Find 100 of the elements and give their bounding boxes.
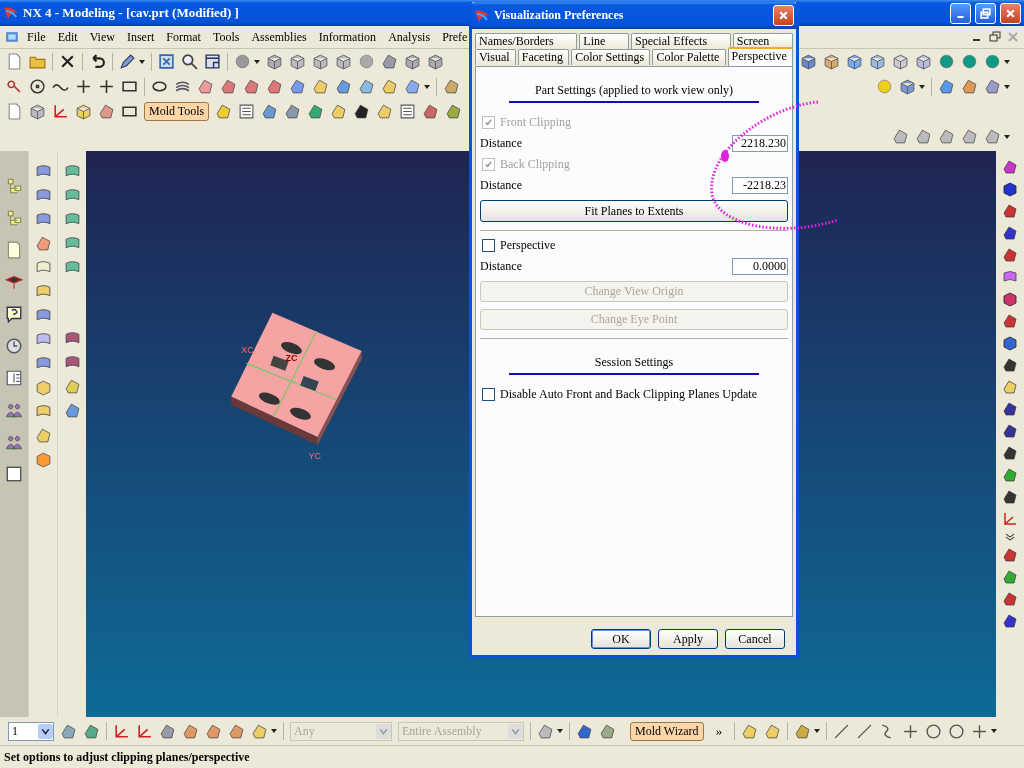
sheet-icon[interactable]: [34, 187, 52, 204]
caret-icon[interactable]: [254, 59, 260, 64]
caret-icon[interactable]: [1004, 84, 1010, 89]
fit-planes-button[interactable]: Fit Planes to Extents: [480, 200, 788, 222]
tab[interactable]: Faceting: [517, 49, 570, 65]
menu-item[interactable]: Format: [160, 29, 207, 45]
caret-icon[interactable]: [814, 729, 821, 733]
axes-icon[interactable]: [136, 722, 153, 740]
sphere-icon[interactable]: [938, 53, 955, 70]
tool-icon[interactable]: [1002, 247, 1018, 263]
menu-item[interactable]: Assemblies: [245, 29, 313, 45]
tab[interactable]: Color Settings: [571, 49, 651, 65]
caret-icon[interactable]: [919, 84, 925, 89]
mold-tools-button[interactable]: Mold Tools: [144, 102, 210, 121]
ellipse-icon[interactable]: [151, 78, 168, 95]
distance-field[interactable]: 0.0000: [732, 258, 788, 275]
list-icon[interactable]: [5, 369, 23, 387]
chevron-icon[interactable]: [1005, 533, 1015, 541]
line-icon[interactable]: [856, 722, 874, 740]
tab[interactable]: Visual: [475, 49, 516, 65]
caret-icon[interactable]: [1004, 134, 1010, 139]
menu-item[interactable]: Prefe: [436, 29, 474, 45]
tab[interactable]: Names/Borders: [475, 33, 578, 49]
menu-item[interactable]: Tools: [206, 29, 246, 45]
restore-icon[interactable]: [988, 30, 1002, 44]
tool-icon[interactable]: [1002, 423, 1018, 439]
tool-icon[interactable]: [1002, 159, 1018, 175]
sheet-icon[interactable]: [34, 331, 52, 348]
sheet-icon[interactable]: [34, 163, 52, 180]
sheet-icon[interactable]: [34, 211, 52, 228]
plus-icon[interactable]: [98, 78, 115, 95]
tree-icon[interactable]: [5, 177, 23, 195]
people-icon[interactable]: [5, 433, 23, 451]
sheet-icon[interactable]: [34, 259, 52, 276]
sheet-icon[interactable]: [1002, 269, 1018, 285]
axes-icon[interactable]: [113, 722, 130, 740]
menu-item[interactable]: Insert: [120, 29, 161, 45]
circle-icon[interactable]: [948, 722, 966, 740]
caret-icon[interactable]: [139, 59, 145, 64]
tab[interactable]: Color Palette: [652, 49, 726, 65]
sheet-icon[interactable]: [63, 354, 81, 371]
dialog-button[interactable]: Cancel: [725, 629, 785, 649]
cross-icon[interactable]: [59, 53, 76, 70]
close-button[interactable]: [773, 5, 794, 26]
plus-icon[interactable]: [902, 722, 920, 740]
tool-icon[interactable]: [1002, 225, 1018, 241]
tool-icon[interactable]: [1002, 313, 1018, 329]
caret-icon[interactable]: [1004, 59, 1010, 64]
close-button[interactable]: [1000, 2, 1021, 24]
caret-icon[interactable]: [557, 729, 563, 733]
tool-icon[interactable]: [1002, 613, 1018, 629]
sheet-icon[interactable]: [34, 307, 52, 324]
sheet-icon[interactable]: [34, 283, 52, 300]
graduation-cap-icon[interactable]: [5, 273, 23, 291]
rectangle-icon[interactable]: [121, 103, 138, 120]
tool-icon[interactable]: [1002, 591, 1018, 607]
tool-icon[interactable]: [1002, 357, 1018, 373]
caret-icon[interactable]: [991, 729, 998, 733]
axes-icon[interactable]: [52, 103, 69, 120]
tool-icon[interactable]: [1002, 203, 1018, 219]
checkbox[interactable]: [482, 388, 495, 401]
rectangle-icon[interactable]: [121, 78, 138, 95]
dialog-button[interactable]: OK: [591, 629, 651, 649]
page-icon[interactable]: [6, 103, 23, 120]
plus-icon[interactable]: [971, 722, 989, 740]
menu-item[interactable]: Edit: [51, 29, 84, 45]
page-icon[interactable]: [6, 53, 23, 70]
window-icon[interactable]: [204, 53, 221, 70]
pencil-icon[interactable]: [119, 53, 136, 70]
menu-item[interactable]: Information: [312, 29, 383, 45]
sheet-icon[interactable]: [63, 235, 81, 252]
more-button[interactable]: »: [709, 723, 729, 739]
menu-item[interactable]: File: [21, 29, 52, 45]
tab[interactable]: Special Effects: [630, 33, 731, 49]
tool-icon[interactable]: [1002, 401, 1018, 417]
zoom-icon[interactable]: [181, 53, 198, 70]
tool-icon[interactable]: [1002, 489, 1018, 505]
tab[interactable]: Perspective: [727, 47, 793, 66]
sheet-icon[interactable]: [63, 211, 81, 228]
sheet-icon[interactable]: [63, 187, 81, 204]
sphere-icon[interactable]: [358, 53, 375, 70]
tab[interactable]: Line: [579, 33, 629, 49]
mold-wizard-button[interactable]: Mold Wizard: [630, 721, 704, 741]
clock-icon[interactable]: [5, 337, 23, 355]
menu-item[interactable]: Analysis: [382, 29, 437, 45]
minimize-button[interactable]: [950, 2, 971, 24]
square-icon[interactable]: [5, 465, 23, 483]
sheet-icon[interactable]: [34, 355, 52, 372]
fit-view-icon[interactable]: [158, 53, 175, 70]
axes-icon[interactable]: [1002, 511, 1018, 527]
plus-icon[interactable]: [75, 78, 92, 95]
sheet-icon[interactable]: [63, 259, 81, 276]
sheet-icon[interactable]: [63, 330, 81, 347]
sphere-icon[interactable]: [961, 53, 978, 70]
tool-icon[interactable]: [1002, 445, 1018, 461]
page-icon[interactable]: [5, 241, 23, 259]
line-icon[interactable]: [833, 722, 851, 740]
checkbox[interactable]: [482, 239, 495, 252]
tool-icon[interactable]: [1002, 547, 1018, 563]
caret-icon[interactable]: [271, 729, 277, 733]
